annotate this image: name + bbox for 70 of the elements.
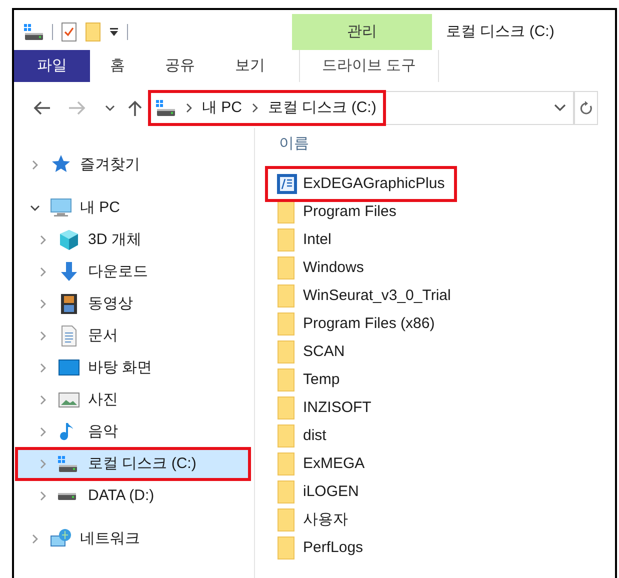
chevron-right-icon[interactable] bbox=[252, 103, 258, 113]
nav-item[interactable]: DATA (D:) bbox=[16, 480, 250, 512]
nav-item[interactable]: 즐겨찾기 bbox=[16, 149, 250, 181]
ribbon-tab[interactable]: 홈 bbox=[90, 50, 145, 82]
ribbon-tab[interactable]: 파일 bbox=[14, 50, 90, 82]
file-row[interactable]: Temp bbox=[265, 366, 352, 394]
folder-icon bbox=[277, 396, 297, 420]
drive-icon bbox=[156, 100, 176, 116]
folder-icon bbox=[277, 200, 297, 224]
nav-item[interactable]: 다운로드 bbox=[16, 256, 250, 288]
nav-item[interactable]: 내 PC bbox=[16, 192, 250, 224]
column-header[interactable]: 이름 bbox=[279, 132, 309, 156]
file-row[interactable]: dist bbox=[265, 422, 338, 450]
refresh-button[interactable] bbox=[574, 91, 598, 125]
tab-group-label: 관리 bbox=[292, 14, 432, 50]
folder-icon bbox=[277, 312, 297, 336]
ribbon-tab[interactable]: 보기 bbox=[215, 50, 285, 82]
nav-item[interactable]: 3D 개체 bbox=[16, 224, 250, 256]
drive-icon bbox=[58, 492, 76, 500]
nav-item[interactable]: 네트워크 bbox=[16, 523, 250, 555]
folder-icon bbox=[277, 340, 297, 364]
app-icon bbox=[277, 172, 297, 196]
breadcrumb-item[interactable]: 내 PC bbox=[202, 96, 242, 120]
back-icon[interactable] bbox=[32, 100, 52, 116]
up-icon[interactable] bbox=[127, 99, 143, 117]
nav-item[interactable]: 로컬 디스크 (C:) bbox=[16, 448, 250, 480]
nav-item[interactable]: 문서 bbox=[16, 320, 250, 352]
ribbon-tab[interactable]: 드라이브 도구 bbox=[299, 50, 439, 82]
chevron-down-icon[interactable] bbox=[105, 104, 115, 112]
file-row[interactable]: Windows bbox=[265, 254, 376, 282]
properties-icon[interactable] bbox=[61, 22, 77, 42]
file-row[interactable]: Program Files (x86) bbox=[265, 310, 447, 338]
address-field[interactable]: 내 PC 로컬 디스크 (C:) bbox=[149, 91, 574, 125]
folder-icon bbox=[277, 368, 297, 392]
file-row[interactable]: WinSeurat_v3_0_Trial bbox=[265, 282, 463, 310]
download-arrow-icon bbox=[58, 261, 80, 283]
folder-icon bbox=[277, 284, 297, 308]
chevron-down-icon[interactable] bbox=[553, 103, 567, 113]
folder-icon bbox=[277, 480, 297, 504]
nav-item[interactable]: 동영상 bbox=[16, 288, 250, 320]
chevron-right-icon[interactable] bbox=[186, 103, 192, 113]
file-row[interactable]: ExMEGA bbox=[265, 450, 377, 478]
ribbon-tab[interactable]: 공유 bbox=[145, 50, 215, 82]
file-row[interactable]: Intel bbox=[265, 226, 344, 254]
cube-icon bbox=[58, 229, 80, 251]
nav-item[interactable]: 사진 bbox=[16, 384, 250, 416]
window-title: 로컬 디스크 (C:) bbox=[446, 22, 554, 42]
breadcrumb-item[interactable]: 로컬 디스크 (C:) bbox=[268, 96, 376, 120]
forward-icon[interactable] bbox=[67, 100, 87, 116]
nav-item[interactable]: 음악 bbox=[16, 416, 250, 448]
folder-icon bbox=[277, 536, 297, 560]
dropdown-icon[interactable] bbox=[109, 27, 119, 37]
file-row[interactable]: INZISOFT bbox=[265, 394, 384, 422]
folder-icon bbox=[277, 256, 297, 280]
folder-icon bbox=[277, 228, 297, 252]
nav-item[interactable]: 바탕 화면 bbox=[16, 352, 250, 384]
refresh-icon bbox=[579, 100, 593, 116]
file-row[interactable]: iLOGEN bbox=[265, 478, 371, 506]
folder-icon bbox=[277, 508, 297, 532]
drive-icon[interactable] bbox=[24, 24, 44, 40]
folder-icon[interactable] bbox=[85, 22, 101, 42]
chevron-down-icon[interactable] bbox=[30, 203, 40, 213]
folder-icon bbox=[277, 424, 297, 448]
folder-icon bbox=[277, 452, 297, 476]
file-row[interactable]: 사용자 bbox=[265, 506, 360, 534]
film-strip-icon bbox=[58, 293, 80, 315]
monitor-icon bbox=[50, 197, 72, 219]
file-row[interactable]: SCAN bbox=[265, 338, 357, 366]
file-row[interactable]: PerfLogs bbox=[265, 534, 376, 562]
drive-icon bbox=[58, 456, 78, 472]
